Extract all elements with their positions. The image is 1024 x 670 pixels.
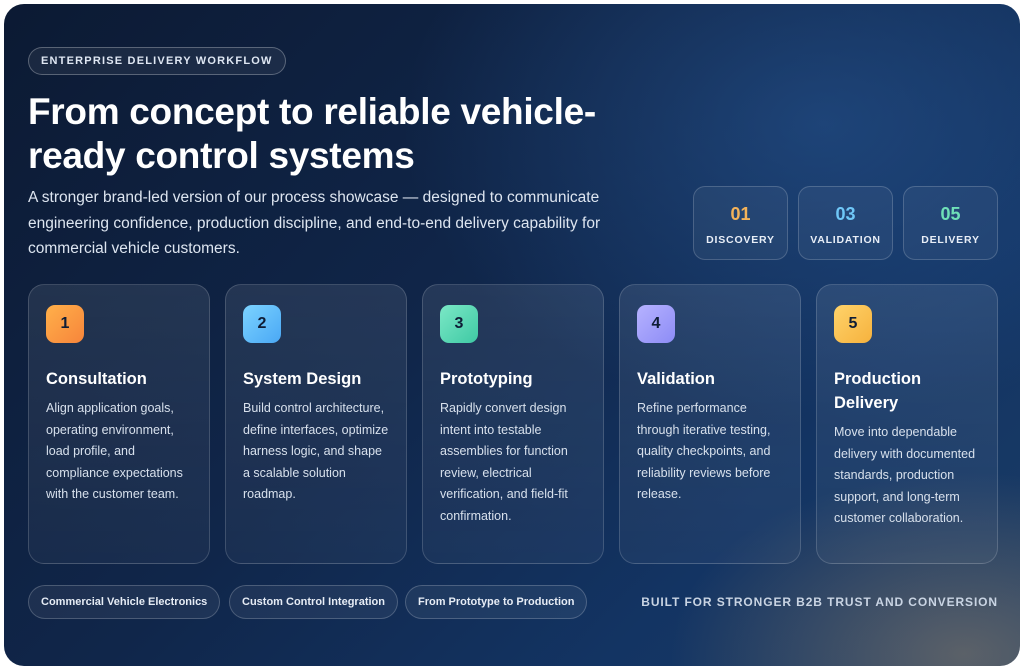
step-description: Align application goals, operating envir… [46, 401, 183, 502]
step-number-badge: 3 [440, 305, 478, 343]
stat-delivery: 05 DELIVERY [903, 186, 998, 260]
stat-validation: 03 VALIDATION [798, 186, 893, 260]
step-description: Move into dependable delivery with docum… [834, 425, 976, 526]
step-card-prototyping[interactable]: 3 Prototyping Rapidly convert design int… [422, 284, 604, 564]
tag-commercial-vehicle-electronics[interactable]: Commercial Vehicle Electronics [28, 585, 221, 619]
step-title: Consultation [46, 370, 147, 388]
intro-text: A stronger brand-led version of our proc… [28, 189, 601, 257]
step-title: Production Delivery [834, 370, 922, 412]
tag-prototype-to-production[interactable]: From Prototype to Production [405, 585, 588, 619]
step-number-badge: 2 [243, 305, 281, 343]
stat-discovery: 01 DISCOVERY [693, 186, 788, 260]
stat-label: DISCOVERY [706, 234, 775, 246]
footer-note: BUILT FOR STRONGER B2B TRUST AND CONVERS… [641, 595, 998, 609]
step-card-production-delivery[interactable]: 5 Production Delivery Move into dependab… [816, 284, 998, 564]
step-title: Validation [637, 370, 715, 388]
step-card-system-design[interactable]: 2 System Design Build control architectu… [225, 284, 407, 564]
step-description: Build control architecture, define inter… [243, 401, 389, 502]
step-title: Prototyping [440, 370, 533, 388]
step-card-validation[interactable]: 4 Validation Refine performance through … [619, 284, 801, 564]
step-number-badge: 4 [637, 305, 675, 343]
step-number-badge: 1 [46, 305, 84, 343]
stat-number: 01 [730, 204, 751, 224]
stat-label: VALIDATION [810, 234, 881, 246]
step-card-consultation[interactable]: 1 Consultation Align application goals, … [28, 284, 210, 564]
stat-number: 03 [835, 204, 856, 224]
page-title: From concept to reliable vehicle-ready c… [28, 91, 596, 176]
workflow-panel: ENTERPRISE DELIVERY WORKFLOW From concep… [4, 4, 1020, 666]
section-badge: ENTERPRISE DELIVERY WORKFLOW [28, 47, 286, 75]
tag-custom-control-integration[interactable]: Custom Control Integration [229, 585, 398, 619]
stat-number: 05 [940, 204, 961, 224]
step-description: Refine performance through iterative tes… [637, 401, 771, 502]
stat-label: DELIVERY [921, 234, 980, 246]
step-number-badge: 5 [834, 305, 872, 343]
step-description: Rapidly convert design intent into testa… [440, 401, 568, 523]
step-title: System Design [243, 370, 362, 388]
